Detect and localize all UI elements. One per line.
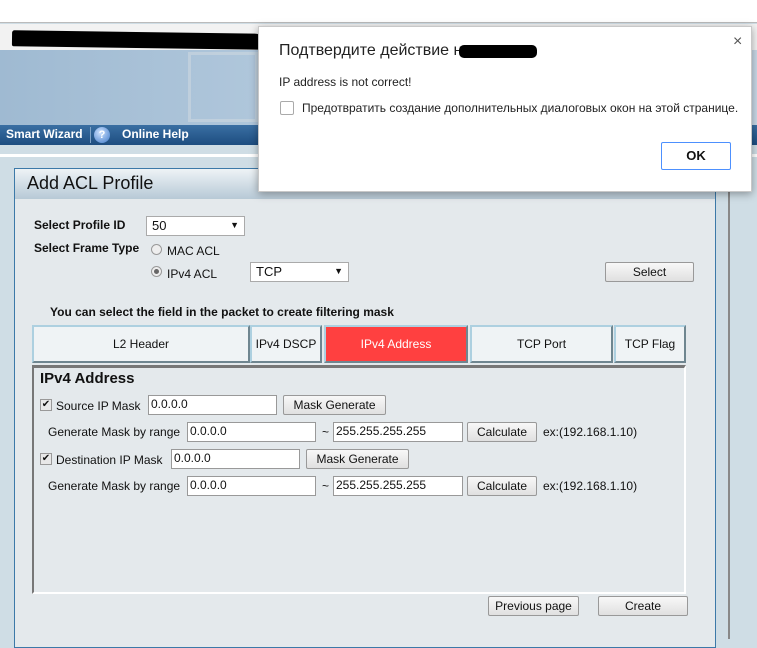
source-mask-generate-button[interactable]: Mask Generate xyxy=(283,395,386,415)
suppress-dialogs-checkbox[interactable] xyxy=(280,101,294,115)
mac-acl-label: MAC ACL xyxy=(167,244,220,258)
source-calculate-button[interactable]: Calculate xyxy=(467,422,537,442)
destination-range-from-input[interactable]: 0.0.0.0 xyxy=(187,476,316,496)
destination-example: ex:(192.168.1.10) xyxy=(543,479,638,493)
tab-tcp-port[interactable]: TCP Port xyxy=(470,325,613,363)
confirm-dialog: Подтвердите действие на × IP address is … xyxy=(258,26,752,192)
frame-type-label: Select Frame Type xyxy=(34,241,140,255)
source-example: ex:(192.168.1.10) xyxy=(543,425,638,439)
source-ip-checkbox[interactable]: ✔ xyxy=(40,399,52,411)
section-heading: IPv4 Address xyxy=(40,370,135,387)
destination-range-label: Generate Mask by range xyxy=(48,479,181,493)
ok-button[interactable]: OK xyxy=(661,142,731,170)
hint-text: You can select the field in the packet t… xyxy=(50,305,394,319)
destination-mask-generate-button[interactable]: Mask Generate xyxy=(306,449,409,469)
source-range-label: Generate Mask by range xyxy=(48,425,181,439)
smart-wizard-link[interactable]: Smart Wizard xyxy=(6,127,83,141)
help-icon[interactable]: ? xyxy=(94,127,110,143)
tab-tcp-flag[interactable]: TCP Flag xyxy=(614,325,686,363)
create-button[interactable]: Create xyxy=(598,596,688,616)
range-tilde: ~ xyxy=(322,425,330,439)
destination-ip-checkbox[interactable]: ✔ xyxy=(40,453,52,465)
close-icon[interactable]: × xyxy=(733,33,742,51)
tab-ipv4-dscp[interactable]: IPv4 DSCP xyxy=(250,325,322,363)
suppress-dialogs-label[interactable]: Предотвратить создание дополнительных ди… xyxy=(302,101,738,115)
dialog-message: IP address is not correct! xyxy=(279,75,412,89)
redaction xyxy=(459,45,537,58)
range-tilde: ~ xyxy=(322,479,330,493)
destination-range-to-input[interactable]: 255.255.255.255 xyxy=(333,476,463,496)
ipv4-acl-radio[interactable] xyxy=(151,266,162,277)
destination-ip-mask-input[interactable]: 0.0.0.0 xyxy=(171,449,300,469)
ipv4-acl-label: IPv4 ACL xyxy=(167,267,218,281)
destination-ip-label: Destination IP Mask xyxy=(56,453,163,467)
profile-id-label: Select Profile ID xyxy=(34,218,126,232)
source-range-to-input[interactable]: 255.255.255.255 xyxy=(333,422,463,442)
scrollbar-edge[interactable] xyxy=(728,157,730,639)
tab-l2-header[interactable]: L2 Header xyxy=(32,325,250,363)
dialog-title: Подтвердите действие на xyxy=(279,42,472,59)
protocol-select[interactable]: TCP xyxy=(250,262,349,282)
source-ip-label: Source IP Mask xyxy=(56,399,141,413)
online-help-link[interactable]: Online Help xyxy=(122,127,189,141)
browser-top xyxy=(0,0,757,23)
tab-ipv4-address[interactable]: IPv4 Address xyxy=(324,325,468,363)
select-button[interactable]: Select xyxy=(605,262,694,282)
mac-acl-radio[interactable] xyxy=(151,244,162,255)
destination-calculate-button[interactable]: Calculate xyxy=(467,476,537,496)
nav-divider xyxy=(90,127,91,143)
banner-graphic xyxy=(188,52,258,122)
previous-page-button[interactable]: Previous page xyxy=(488,596,579,616)
source-range-from-input[interactable]: 0.0.0.0 xyxy=(187,422,316,442)
source-ip-mask-input[interactable]: 0.0.0.0 xyxy=(148,395,277,415)
profile-id-select[interactable]: 50 xyxy=(146,216,245,236)
